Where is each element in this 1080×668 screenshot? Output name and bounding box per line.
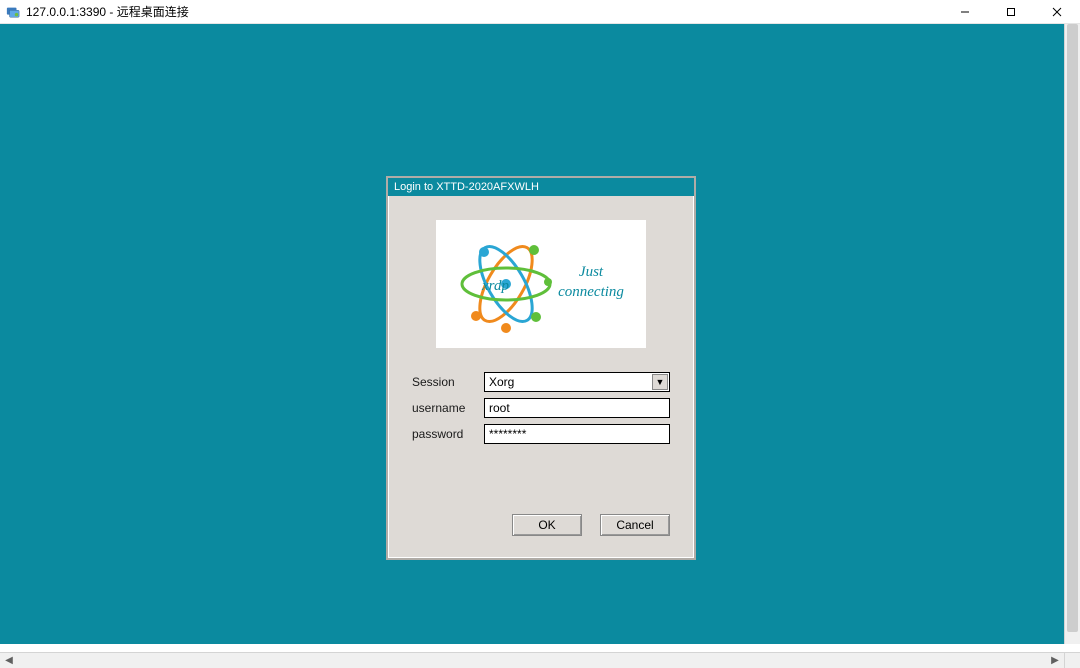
- window-titlebar: 127.0.0.1:3390 - 远程桌面连接: [0, 0, 1080, 24]
- session-selected-value: Xorg: [489, 375, 514, 389]
- login-dialog-body: xrdp Just connecting Session Xorg ▼ user…: [388, 196, 694, 558]
- xrdp-logo-panel: xrdp Just connecting: [436, 220, 646, 348]
- cancel-button[interactable]: Cancel: [600, 514, 670, 536]
- dialog-button-row: OK Cancel: [412, 514, 670, 536]
- logo-tagline-2: connecting: [558, 284, 624, 300]
- remote-desktop-viewport[interactable]: Login to XTTD-2020AFXWLH: [0, 24, 1080, 644]
- login-dialog-title: Login to XTTD-2020AFXWLH: [394, 181, 539, 193]
- session-row: Session Xorg ▼: [412, 372, 670, 392]
- horizontal-scrollbar[interactable]: ◀ ▶: [0, 652, 1064, 668]
- vertical-scrollbar-thumb[interactable]: [1067, 24, 1078, 632]
- logo-brand-text: xrdp: [481, 278, 509, 294]
- chevron-down-icon: ▼: [652, 374, 668, 390]
- login-dialog-titlebar: Login to XTTD-2020AFXWLH: [388, 178, 694, 196]
- logo-tagline-1: Just: [579, 264, 604, 280]
- scroll-left-icon[interactable]: ◀: [0, 654, 18, 668]
- scroll-right-icon[interactable]: ▶: [1046, 654, 1064, 668]
- maximize-button[interactable]: [988, 0, 1034, 24]
- xrdp-login-dialog: Login to XTTD-2020AFXWLH: [386, 176, 696, 560]
- window-controls: [942, 0, 1080, 24]
- password-row: password: [412, 424, 670, 444]
- xrdp-logo-icon: xrdp Just connecting: [436, 220, 646, 348]
- scrollbar-corner: [1064, 652, 1080, 668]
- rdp-icon: [6, 5, 20, 19]
- minimize-button[interactable]: [942, 0, 988, 24]
- ok-button[interactable]: OK: [512, 514, 582, 536]
- session-select[interactable]: Xorg ▼: [484, 372, 670, 392]
- window-title: 127.0.0.1:3390 - 远程桌面连接: [26, 3, 942, 20]
- username-label: username: [412, 401, 484, 415]
- username-row: username: [412, 398, 670, 418]
- password-input[interactable]: [484, 424, 670, 444]
- username-input[interactable]: [484, 398, 670, 418]
- session-label: Session: [412, 375, 484, 389]
- password-label: password: [412, 427, 484, 441]
- vertical-scrollbar[interactable]: [1064, 24, 1080, 644]
- close-button[interactable]: [1034, 0, 1080, 24]
